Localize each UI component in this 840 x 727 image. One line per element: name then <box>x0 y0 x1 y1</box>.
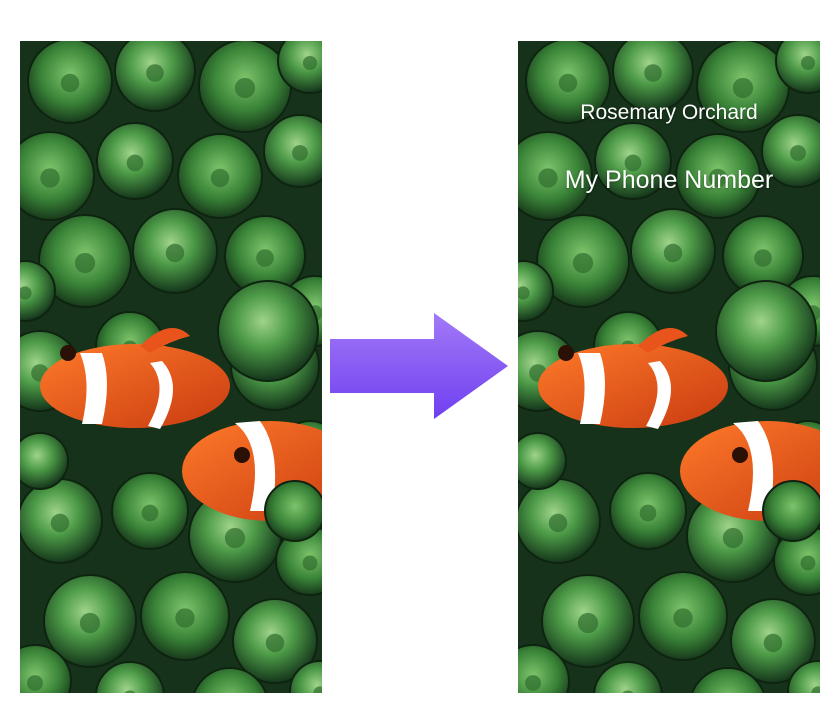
bottom-margin <box>0 693 840 727</box>
anemone-center <box>572 252 594 274</box>
phone-number-label: My Phone Number <box>564 166 774 194</box>
anemone-center <box>210 168 230 188</box>
anemone-center <box>732 77 754 99</box>
clownfish-eye <box>732 447 748 463</box>
after-wallpaper: Rosemary Orchard My Phone Number <box>518 41 820 693</box>
clownfish-eye <box>234 447 250 463</box>
anemone-center <box>302 555 318 571</box>
anemone-center <box>126 154 144 172</box>
anemone-center <box>673 608 693 628</box>
owner-name: Rosemary Orchard <box>580 101 758 124</box>
anemone-center <box>302 55 318 71</box>
anemone-center <box>722 527 744 549</box>
anemone-center <box>146 64 164 82</box>
anemone-center <box>754 249 772 267</box>
comparison-stage: Rosemary Orchard My Phone Number <box>0 0 840 727</box>
anemone-center <box>639 504 657 522</box>
anemone-center <box>663 243 683 263</box>
anemone-center <box>525 675 541 691</box>
right-arrow-icon <box>330 313 508 419</box>
anemone-center <box>256 249 274 267</box>
anemone-center <box>800 55 816 71</box>
before-wallpaper <box>20 41 322 693</box>
anemone-center <box>74 252 96 274</box>
anemone-center <box>224 527 246 549</box>
anemone-center <box>292 145 308 161</box>
anemone-center <box>50 513 70 533</box>
anemone-bubble <box>20 432 69 490</box>
clownfish-anemone-image <box>20 41 322 693</box>
anemone-center <box>790 145 806 161</box>
anemone-center <box>548 513 568 533</box>
clownfish-anemone-image <box>518 41 820 693</box>
anemone-center <box>27 675 43 691</box>
anemone-center <box>763 633 783 653</box>
anemone-bubble <box>217 280 319 382</box>
anemone-center <box>558 73 578 93</box>
anemone-center <box>175 608 195 628</box>
anemone-bubble <box>762 480 820 542</box>
anemone-center <box>165 243 185 263</box>
anemone-center <box>40 168 60 188</box>
anemone-bubble <box>518 432 567 490</box>
anemone-center <box>265 633 285 653</box>
clownfish-eye <box>60 345 76 361</box>
anemone-center <box>800 555 816 571</box>
anemone-center <box>79 612 101 634</box>
anemone-center <box>60 73 80 93</box>
anemone-bubble <box>715 280 817 382</box>
anemone-center <box>577 612 599 634</box>
anemone-bubble <box>264 480 322 542</box>
anemone-center <box>644 64 662 82</box>
anemone-center <box>141 504 159 522</box>
anemone-center <box>234 77 256 99</box>
clownfish-eye <box>558 345 574 361</box>
